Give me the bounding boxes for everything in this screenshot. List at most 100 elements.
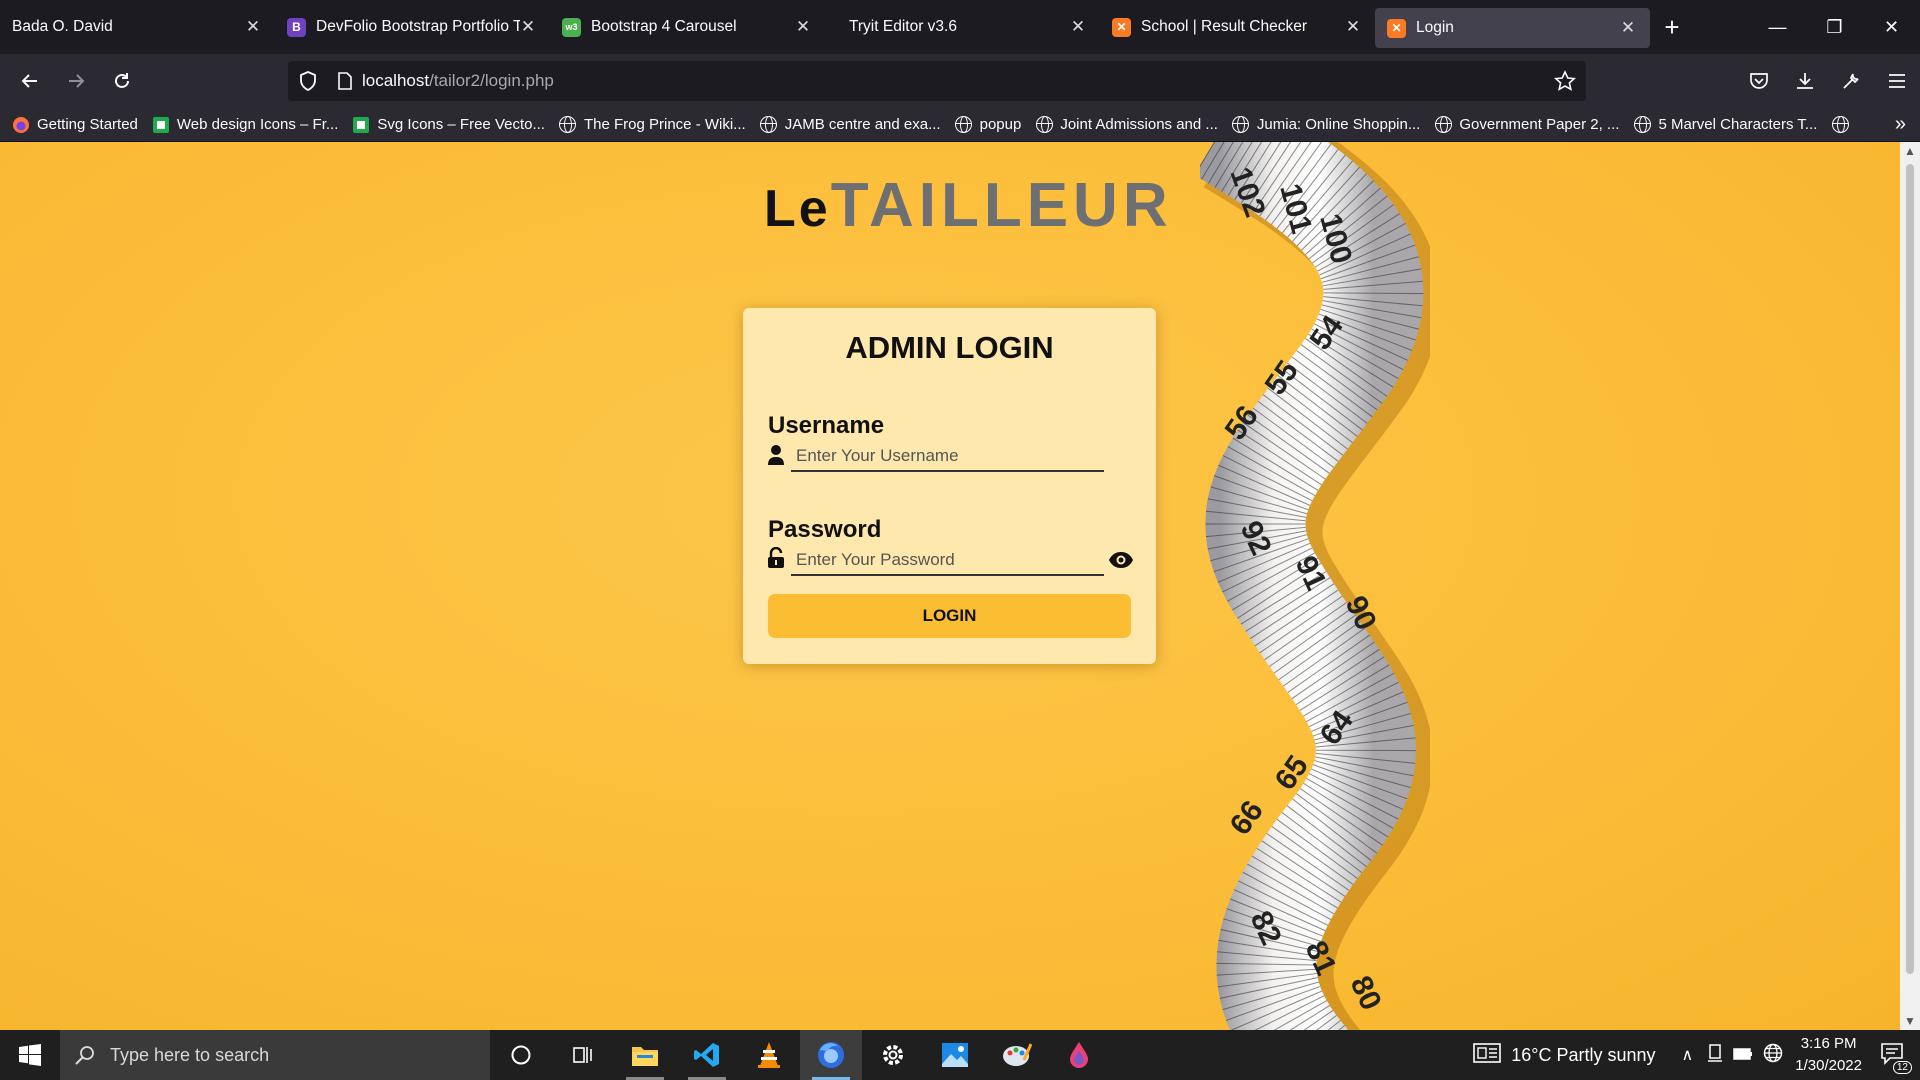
paint-icon[interactable]	[986, 1030, 1048, 1080]
globe-icon	[1035, 116, 1053, 134]
tab-tryit-editor[interactable]: Tryit Editor v3.6 ✕	[825, 7, 1100, 47]
bookmark-svg-icons[interactable]: Svg Icons – Free Vecto...	[352, 116, 545, 134]
shield-icon[interactable]	[288, 71, 328, 91]
close-tab-icon[interactable]: ✕	[1345, 17, 1361, 37]
cortana-icon[interactable]	[490, 1030, 552, 1080]
bookmarks-bar: Getting Started Web design Icons – Fr...…	[0, 108, 1920, 142]
scroll-down-icon[interactable]: ▼	[1900, 1014, 1920, 1028]
file-explorer-icon[interactable]	[614, 1030, 676, 1080]
bookmark-joint-admissions[interactable]: Joint Admissions and ...	[1035, 116, 1218, 134]
scroll-up-icon[interactable]: ▲	[1900, 144, 1920, 158]
settings-gear-icon[interactable]	[862, 1030, 924, 1080]
bookmark-jamb[interactable]: JAMB centre and exa...	[760, 116, 941, 134]
tab-login[interactable]: ✕ Login ✕	[1375, 8, 1650, 48]
tab-bada-david[interactable]: Bada O. David ✕	[0, 7, 275, 47]
notifications-icon[interactable]: 12	[1880, 1041, 1912, 1074]
windows-start-icon[interactable]	[0, 1030, 60, 1080]
close-tab-icon[interactable]: ✕	[1070, 17, 1086, 37]
close-tab-icon[interactable]: ✕	[1620, 18, 1636, 38]
bookmark-label: popup	[979, 116, 1022, 133]
vscode-icon[interactable]	[676, 1030, 738, 1080]
downloads-icon[interactable]	[1782, 54, 1828, 108]
page-scrollbar[interactable]: ▲ ▼	[1900, 142, 1920, 1030]
show-hidden-icons-icon[interactable]: ∧	[1682, 1045, 1694, 1065]
task-view-icon[interactable]	[552, 1030, 614, 1080]
tab-bootstrap-carousel[interactable]: w3 Bootstrap 4 Carousel ✕	[550, 7, 825, 47]
firefox-icon	[12, 116, 30, 134]
taskbar-search[interactable]: Type here to search	[60, 1030, 490, 1080]
bookmark-marvel[interactable]: 5 Marvel Characters T...	[1633, 116, 1817, 134]
toolbar-right	[1736, 54, 1920, 108]
tab-title: Login	[1416, 19, 1454, 36]
tab-title: School | Result Checker	[1141, 18, 1307, 35]
close-tab-icon[interactable]: ✕	[795, 17, 811, 37]
close-tab-icon[interactable]: ✕	[245, 17, 261, 37]
close-tab-icon[interactable]: ✕	[520, 17, 536, 37]
logo-tailleur: TAILLEUR	[830, 171, 1173, 240]
globe-icon	[1831, 116, 1849, 134]
password-field	[791, 546, 1104, 576]
bootstrap-favicon-icon: B	[287, 17, 306, 37]
bookmark-frog-prince[interactable]: The Frog Prince - Wiki...	[559, 116, 746, 134]
color-drop-icon[interactable]	[1048, 1030, 1110, 1080]
news-weather-icon[interactable]	[1473, 1042, 1502, 1068]
network-globe-icon[interactable]	[1763, 1043, 1783, 1068]
tab-devfolio[interactable]: B DevFolio Bootstrap Portfolio Te ✕	[275, 7, 550, 47]
clock[interactable]: 3:16 PM 1/30/2022	[1795, 1033, 1862, 1077]
username-label: Username	[768, 412, 885, 439]
bookmark-label: JAMB centre and exa...	[784, 116, 941, 133]
tab-result-checker[interactable]: ✕ School | Result Checker ✕	[1100, 7, 1375, 47]
wrench-icon[interactable]	[1828, 54, 1874, 108]
bookmark-label: Svg Icons – Free Vecto...	[377, 116, 545, 133]
firefox-taskbar-icon[interactable]	[800, 1030, 862, 1080]
globe-icon	[1232, 116, 1250, 134]
reload-icon[interactable]	[99, 58, 145, 104]
more-bookmarks-icon[interactable]: »	[1895, 113, 1906, 136]
xampp-favicon-icon: ✕	[1112, 17, 1131, 37]
logo-le: Le	[764, 180, 831, 238]
vlc-icon[interactable]	[738, 1030, 800, 1080]
address-bar[interactable]: localhost/tailor2/login.php	[288, 61, 1586, 101]
scrollbar-thumb[interactable]	[1906, 164, 1914, 974]
forward-icon[interactable]	[53, 58, 99, 104]
menu-icon[interactable]	[1874, 54, 1920, 108]
bookmark-star-icon[interactable]	[1553, 70, 1577, 97]
bookmark-web-design-icons[interactable]: Web design Icons – Fr...	[152, 116, 338, 134]
password-input[interactable]	[791, 546, 1104, 574]
clock-date: 1/30/2022	[1795, 1057, 1862, 1074]
minimize-icon[interactable]: —	[1749, 0, 1806, 54]
page-icon[interactable]	[328, 72, 362, 90]
bookmark-jumia[interactable]: Jumia: Online Shoppin...	[1232, 116, 1420, 134]
weather-text[interactable]: 16°C Partly sunny	[1511, 1045, 1655, 1066]
show-password-eye-icon[interactable]	[1108, 551, 1134, 569]
back-icon[interactable]	[7, 58, 53, 104]
bookmark-label: Government Paper 2, ...	[1459, 116, 1620, 133]
green-square-icon	[152, 116, 170, 134]
bookmark-government-paper[interactable]: Government Paper 2, ...	[1434, 116, 1619, 134]
close-window-icon[interactable]: ✕	[1863, 0, 1920, 54]
browser-tab-bar: Bada O. David ✕ B DevFolio Bootstrap Por…	[0, 0, 1920, 54]
bookmark-popup[interactable]: popup	[955, 116, 1022, 134]
tab-title: Bootstrap 4 Carousel	[591, 18, 737, 35]
page-content: 102 101 100 54 55 56 92 91 90 64 65 66 8…	[0, 142, 1900, 1030]
bookmark-getting-started[interactable]: Getting Started	[12, 116, 138, 134]
photos-icon[interactable]	[924, 1030, 986, 1080]
w3schools-favicon-icon: w3	[562, 17, 581, 37]
window-controls: — ❐ ✕	[1749, 0, 1920, 54]
battery-icon[interactable]	[1733, 1045, 1753, 1066]
new-tab-button[interactable]: +	[1650, 12, 1694, 43]
login-card: ADMIN LOGIN Username Password LOGIN	[743, 308, 1156, 664]
windows-taskbar: Type here to search 16°C Partly sunny ∧ …	[0, 1030, 1920, 1080]
device-icon[interactable]	[1707, 1043, 1723, 1067]
site-logo: LeTAILLEUR	[764, 170, 1173, 241]
bookmark-extra[interactable]	[1831, 116, 1856, 134]
restore-icon[interactable]: ❐	[1806, 0, 1863, 54]
tab-title: Bada O. David	[12, 18, 113, 35]
globe-icon	[559, 116, 577, 134]
pocket-icon[interactable]	[1736, 54, 1782, 108]
login-button[interactable]: LOGIN	[768, 594, 1131, 638]
measuring-tape-image: 102 101 100 54 55 56 92 91 90 64 65 66 8…	[1200, 142, 1430, 1030]
browser-nav-bar: localhost/tailor2/login.php	[0, 54, 1920, 108]
tab-title: DevFolio Bootstrap Portfolio Te	[316, 18, 520, 35]
username-input[interactable]	[791, 442, 1104, 470]
